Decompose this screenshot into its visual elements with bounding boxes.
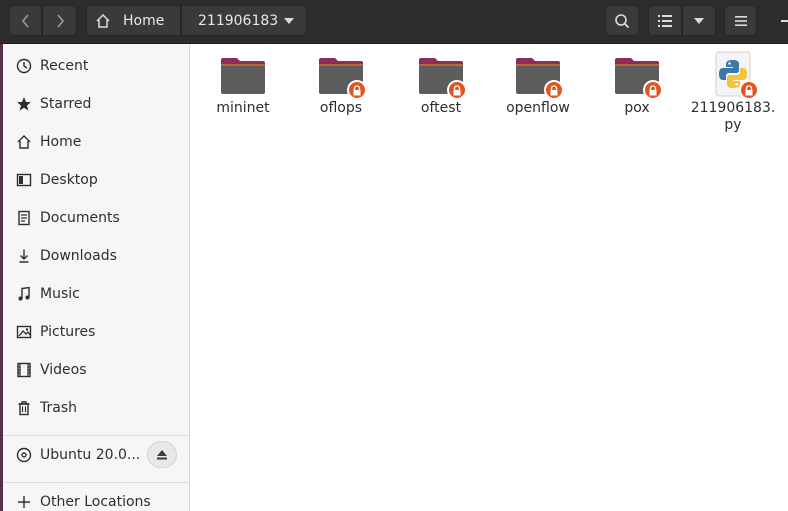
sidebar-separator — [3, 435, 190, 436]
file-name: oftest — [420, 100, 462, 116]
eject-icon — [157, 450, 167, 460]
folder-icon — [514, 50, 564, 100]
sidebar-item-label: Trash — [40, 400, 77, 416]
video-icon — [14, 360, 34, 380]
lock-icon — [643, 80, 663, 100]
sidebar-item-documents[interactable]: Documents — [3, 200, 190, 236]
clock-icon — [14, 56, 34, 76]
path-current-button[interactable]: 211906183 — [181, 5, 307, 36]
folder-icon — [219, 50, 267, 98]
search-button[interactable] — [605, 5, 639, 36]
download-icon — [14, 246, 34, 266]
sidebar-item-label: Home — [40, 134, 82, 150]
back-button[interactable] — [9, 5, 42, 36]
file-item-python-script[interactable]: 211906183. py — [688, 50, 778, 134]
sidebar-item-desktop[interactable]: Desktop — [3, 162, 190, 198]
path-current-label: 211906183 — [198, 12, 279, 29]
sidebar-item-label: Documents — [40, 210, 120, 226]
view-options-button[interactable] — [682, 5, 716, 36]
sidebar-item-recent[interactable]: Recent — [3, 48, 190, 84]
file-name: oflops — [319, 100, 363, 116]
sidebar-item-videos[interactable]: Videos — [3, 352, 190, 388]
file-item-oflops[interactable]: oflops — [296, 50, 386, 117]
folder-icon — [613, 50, 663, 100]
menu-button[interactable] — [724, 5, 757, 36]
forward-button[interactable] — [42, 5, 77, 36]
sidebar-item-label: Starred — [40, 96, 92, 112]
lock-icon — [447, 80, 467, 100]
disc-icon — [14, 445, 34, 465]
python-file-icon — [709, 50, 759, 100]
path-home-label: Home — [123, 12, 165, 29]
folder-icon — [417, 50, 467, 100]
music-icon — [14, 284, 34, 304]
chevron-right-icon — [56, 13, 64, 28]
eject-button[interactable] — [147, 441, 177, 468]
file-item-openflow[interactable]: openflow — [493, 50, 583, 117]
minimize-button[interactable] — [781, 20, 788, 22]
file-view: mininet oflops oftest openflow pox 21190… — [191, 44, 788, 511]
path-home-button[interactable]: Home — [86, 5, 181, 36]
sidebar-item-label: Music — [40, 286, 80, 302]
sidebar-item-label: Desktop — [40, 172, 98, 188]
picture-icon — [14, 322, 34, 342]
sidebar-item-trash[interactable]: Trash — [3, 390, 190, 426]
sidebar-item-label: Pictures — [40, 324, 96, 340]
sidebar: Recent Starred Home Desktop Documents Do… — [3, 44, 190, 511]
sidebar-item-pictures[interactable]: Pictures — [3, 314, 190, 350]
trash-icon — [14, 398, 34, 418]
sidebar-item-other-locations[interactable]: Other Locations — [3, 484, 190, 511]
sidebar-item-label: Videos — [40, 362, 87, 378]
lock-icon — [347, 80, 367, 100]
sidebar-item-downloads[interactable]: Downloads — [3, 238, 190, 274]
folder-icon — [317, 50, 367, 100]
file-name: mininet — [216, 100, 270, 116]
sidebar-item-ubuntu-volume[interactable]: Ubuntu 20.0... — [3, 437, 143, 473]
sidebar-item-label: Recent — [40, 58, 89, 74]
caret-down-icon — [694, 17, 704, 24]
search-icon — [615, 13, 630, 28]
caret-down-icon — [284, 17, 294, 24]
star-icon — [14, 94, 34, 114]
sidebar-item-label: Other Locations — [40, 494, 151, 510]
header-bar: Home 211906183 — [0, 0, 788, 44]
hamburger-icon — [734, 15, 747, 26]
lock-icon — [544, 80, 564, 100]
sidebar-item-music[interactable]: Music — [3, 276, 190, 312]
sidebar-item-starred[interactable]: Starred — [3, 86, 190, 122]
desktop-icon — [14, 170, 34, 190]
sidebar-item-home[interactable]: Home — [3, 124, 190, 160]
sidebar-item-label: Ubuntu 20.0... — [40, 447, 141, 463]
home-icon — [96, 13, 110, 28]
file-item-mininet[interactable]: mininet — [198, 50, 288, 117]
lock-icon — [739, 80, 759, 100]
plus-icon — [14, 492, 34, 511]
chevron-left-icon — [21, 13, 29, 28]
file-name: pox — [624, 100, 650, 116]
file-item-pox[interactable]: pox — [592, 50, 682, 117]
sidebar-item-label: Downloads — [40, 248, 117, 264]
file-item-oftest[interactable]: oftest — [396, 50, 486, 117]
list-view-icon — [658, 14, 672, 27]
sidebar-separator — [3, 482, 190, 483]
file-name: 211906183. py — [690, 100, 776, 133]
file-name: openflow — [506, 100, 570, 116]
home-icon — [14, 132, 34, 152]
view-list-button[interactable] — [648, 5, 682, 36]
document-icon — [14, 208, 34, 228]
